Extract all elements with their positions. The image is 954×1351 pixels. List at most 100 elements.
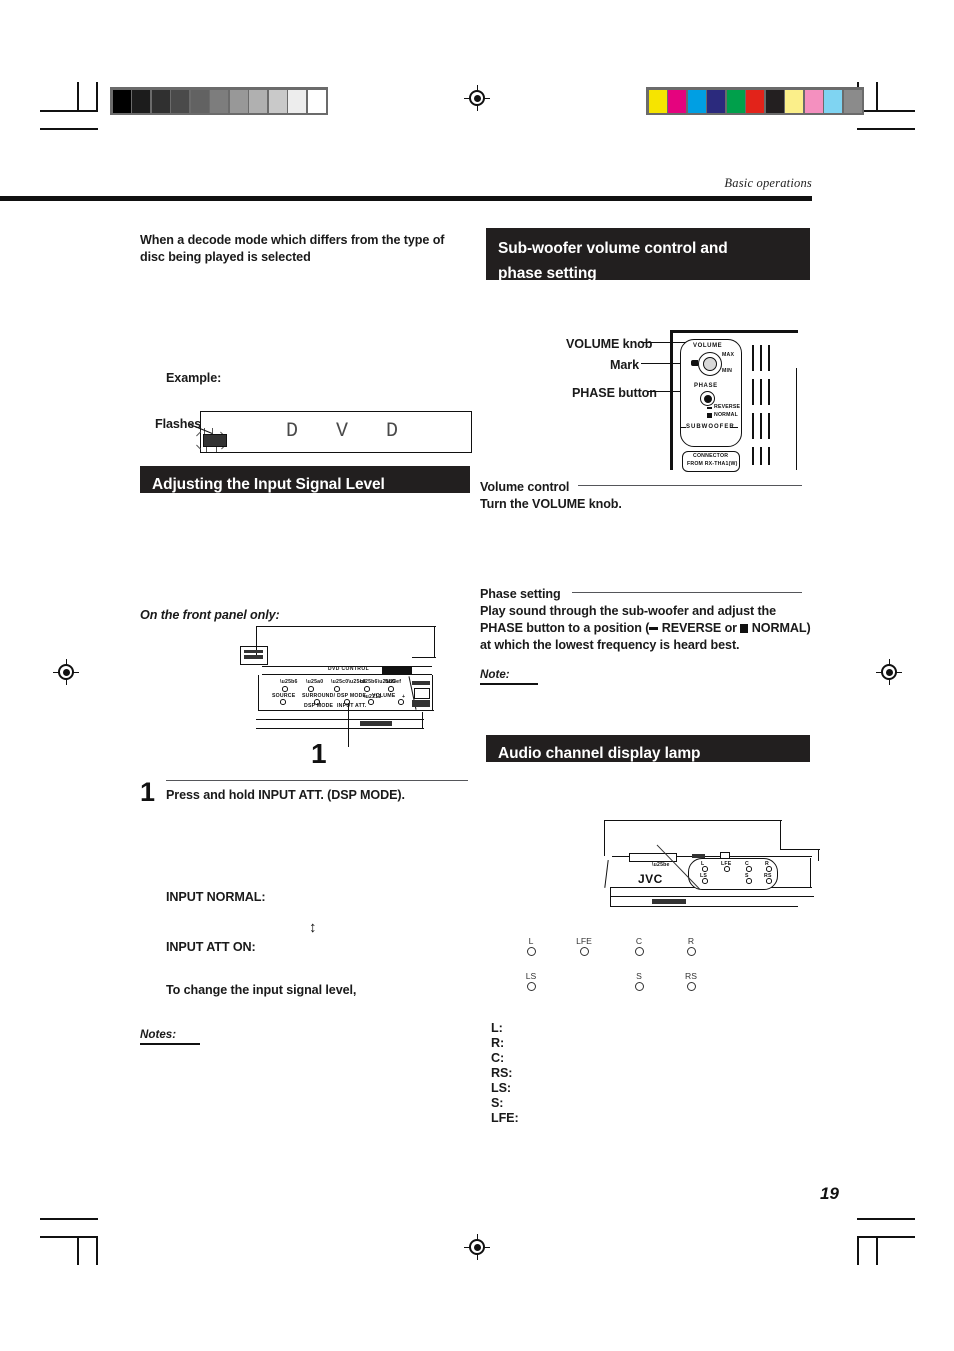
lamp-circle-S — [634, 982, 644, 991]
lamp-indicator-S: S — [627, 971, 651, 991]
registration-mark-bottom — [464, 1234, 490, 1260]
color-bar-swatch-0 — [648, 89, 667, 113]
lamp-label-C: C — [635, 936, 643, 946]
display-text: D V D — [286, 420, 412, 443]
lamp-circle-LS — [526, 982, 536, 991]
gray-bar-swatch-5 — [210, 89, 228, 113]
phase-setting-line3: at which the lowest frequency is heard b… — [480, 638, 740, 652]
gray-bar-swatch-8 — [268, 89, 287, 113]
phase-line2-pre: PHASE button to a position ( — [480, 621, 650, 635]
legend-key-LFE: LFE: — [491, 1111, 519, 1125]
gray-bar-swatch-4 — [190, 89, 209, 113]
lamp-indicator-R: R — [679, 936, 703, 956]
lamp-circle-C — [634, 947, 644, 956]
volume-control-body: Turn the VOLUME knob. — [480, 497, 622, 511]
lamp-label-RS: RS — [685, 971, 697, 981]
subwoofer-label: SUBWOOFER — [686, 424, 735, 430]
dvd-control-label: DVD CONTROL — [328, 666, 370, 672]
phase-label: PHASE — [694, 383, 718, 389]
color-bar-swatch-7 — [785, 89, 803, 113]
flashing-indicator-icon — [203, 434, 227, 447]
step-rule — [166, 780, 468, 782]
reverse-label: REVERSE — [714, 404, 741, 410]
section-heading-audio-lamp: Audio channel display lamp — [486, 735, 810, 762]
receiver-illustration: \u25be L LFE C R LS S RS JVC — [596, 818, 826, 916]
gray-bar-swatch-1 — [132, 89, 150, 113]
callout-volume-knob: VOLUME knob — [566, 337, 653, 351]
gray-bar-swatch-3 — [171, 89, 189, 113]
flashes-label: Flashes — [155, 417, 202, 431]
color-bar-swatch-3 — [707, 89, 725, 113]
lamp-circle-LFE — [579, 947, 589, 956]
step-instruction: Press and hold INPUT ATT. (DSP MODE). — [166, 788, 405, 802]
lamp-label-L: L — [528, 936, 534, 946]
step-number: 1 — [140, 777, 156, 807]
running-head: Basic operations — [724, 176, 812, 190]
lamp-circle-R — [686, 947, 696, 956]
input-att-on-label: INPUT ATT ON: — [166, 940, 256, 954]
lamp-indicator-L: L — [519, 936, 543, 956]
lamp-circle-RS — [686, 982, 696, 991]
phase-line2-mid: REVERSE or — [658, 621, 741, 635]
registration-mark-top — [464, 85, 490, 111]
color-bar-swatch-8 — [804, 89, 823, 113]
input-normal-label: INPUT NORMAL: — [166, 890, 266, 904]
subwoofer-heading-line2: phase setting — [498, 265, 597, 282]
registration-mark-right — [876, 659, 902, 685]
header-rule — [0, 196, 812, 201]
color-bar-swatch-10 — [843, 89, 862, 113]
lamp-label-LFE: LFE — [576, 936, 592, 946]
color-bar-swatch-9 — [824, 89, 842, 113]
phase-line2-post: NORMAL) — [748, 621, 811, 635]
lamp-label-S: S — [636, 971, 642, 981]
lamp-indicator-LFE: LFE — [572, 936, 596, 956]
color-bar-swatch-1 — [668, 89, 686, 113]
normal-label: NORMAL — [714, 412, 738, 418]
example-label: Example: — [166, 371, 222, 385]
lamp-indicator-LS: LS — [519, 971, 543, 991]
reverse-glyph-icon — [649, 627, 659, 630]
lamp-circle-L — [526, 947, 536, 956]
gray-bar-swatch-0 — [112, 89, 131, 113]
color-calibration-bar — [646, 87, 864, 115]
color-bar-swatch-2 — [687, 89, 706, 113]
gray-bar-swatch-2 — [151, 89, 170, 113]
display-panel: D V D — [200, 411, 472, 453]
color-bar-swatch-4 — [726, 89, 745, 113]
subwoofer-heading-line1: Sub-woofer volume control and — [498, 240, 728, 257]
connector-label-line2: FROM RX-THA1(W) — [687, 461, 738, 467]
connector-label-line1: CONNECTOR — [693, 453, 729, 459]
grayscale-calibration-bar — [110, 87, 328, 115]
phase-setting-line2: PHASE button to a position ( REVERSE or … — [480, 620, 825, 637]
phase-setting-line1: Play sound through the sub-woofer and ad… — [480, 604, 777, 618]
front-panel-callout-number: 1 — [311, 738, 327, 769]
min-label: MIN — [722, 368, 733, 374]
registration-mark-left — [53, 659, 79, 685]
gray-bar-swatch-7 — [249, 89, 267, 113]
lamp-indicator-C: C — [627, 936, 651, 956]
note-label-right: Note: — [480, 668, 538, 685]
front-panel-only-note: On the front panel only: — [140, 608, 280, 622]
change-input-level-text: To change the input signal level, — [166, 983, 357, 997]
lamp-label-LS: LS — [525, 971, 537, 981]
notes-label-left: Notes: — [140, 1028, 200, 1045]
max-label: MAX — [722, 352, 735, 358]
section-heading-subwoofer: Sub-woofer volume control and phase sett… — [486, 228, 810, 282]
lamp-label-R: R — [687, 936, 695, 946]
brand-logo: JVC — [638, 872, 663, 886]
page-number: 19 — [820, 1184, 839, 1203]
volume-control-title: Volume control — [480, 480, 570, 494]
color-bar-swatch-5 — [746, 89, 764, 113]
callout-mark: Mark — [610, 358, 639, 372]
gray-bar-swatch-9 — [288, 89, 306, 113]
color-bar-swatch-6 — [765, 89, 784, 113]
phase-setting-title: Phase setting — [480, 587, 561, 601]
callout-phase-button: PHASE button — [572, 386, 657, 400]
decode-mode-heading: When a decode mode which differs from th… — [140, 233, 445, 264]
volume-control-rule — [578, 485, 802, 487]
subwoofer-illustration: VOLUME MAX MIN PHASE REVERSE NORMAL SUBW… — [660, 325, 820, 472]
phase-setting-rule — [572, 592, 802, 594]
gray-bar-swatch-10 — [307, 89, 326, 113]
lamp-indicator-RS: RS — [679, 971, 703, 991]
section-heading-input-level: Adjusting the Input Signal Level — [140, 466, 470, 493]
